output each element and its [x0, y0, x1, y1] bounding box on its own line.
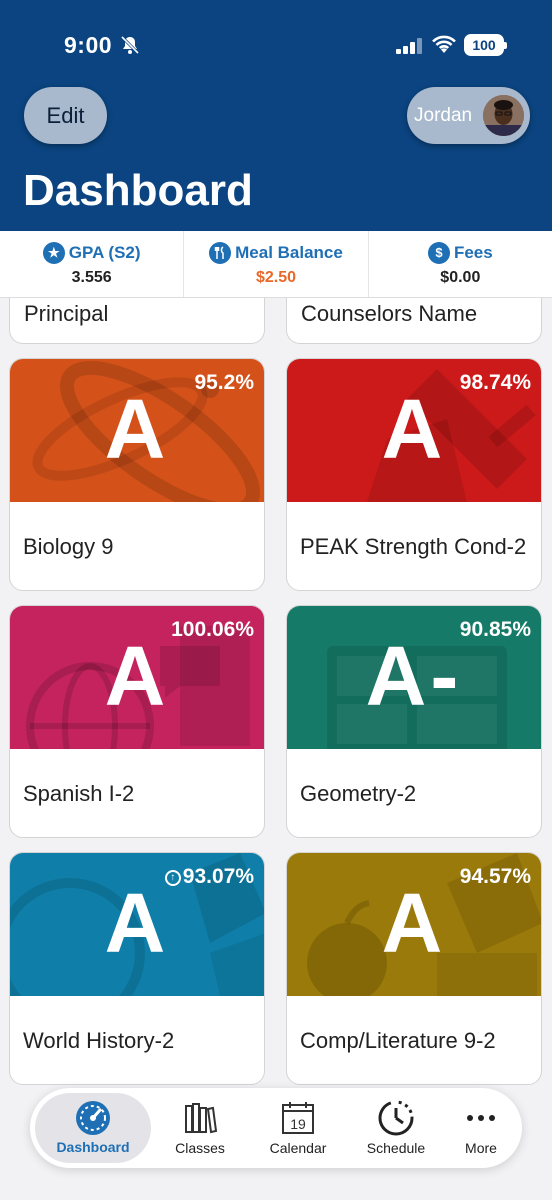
fees-value: $0.00 [440, 269, 481, 286]
battery-icon: 100 [464, 34, 507, 56]
calendar-icon: 19 [282, 1102, 314, 1134]
class-card-biology[interactable]: 95.2% A Biology 9 [9, 358, 265, 591]
card-banner: 95.2% A [10, 359, 264, 502]
speedometer-icon [76, 1101, 110, 1135]
more-icon [467, 1115, 495, 1121]
class-card-spanish[interactable]: 100.06% A Spanish I-2 [9, 605, 265, 838]
page-title: Dashboard [23, 166, 253, 215]
gpa-value: 3.556 [71, 269, 112, 286]
class-name: Geometry-2 [300, 780, 417, 806]
dollar-icon: $ [427, 242, 450, 264]
class-card-peak-strength[interactable]: 98.74% A PEAK Strength Cond-2 [286, 358, 542, 591]
tab-label: Dashboard [56, 1139, 130, 1155]
letter-grade: A [104, 382, 170, 476]
meal-balance-summary[interactable]: Meal Balance $2.50 [184, 231, 369, 297]
gpa-summary[interactable]: ★ GPA (S2) 3.556 [0, 231, 185, 297]
tab-more[interactable]: More [445, 1088, 517, 1168]
fees-label: Fees [453, 243, 493, 262]
card-banner: 94.57% A [287, 853, 541, 996]
gpa-label: GPA (S2) [68, 243, 141, 262]
status-time: 9:00 [64, 32, 113, 58]
user-name: Jordan [414, 105, 473, 126]
tab-label: Classes [175, 1140, 225, 1156]
tab-label: Calendar [269, 1140, 327, 1156]
calendar-day: 19 [290, 1116, 306, 1132]
principal-card[interactable]: Principal [9, 298, 265, 344]
tab-dashboard[interactable]: Dashboard [35, 1093, 151, 1163]
tab-bar: Dashboard Classes 19 Calendar Schedule M… [30, 1088, 522, 1168]
class-name: World History-2 [23, 1027, 175, 1053]
books-icon [185, 1103, 218, 1134]
tab-calendar[interactable]: 19 Calendar [249, 1088, 347, 1168]
summary-bar: ★ GPA (S2) 3.556 Meal Balance $2.50 $ Fe… [0, 231, 552, 298]
letter-grade: A [381, 876, 447, 970]
counselor-card[interactable]: Counselors Name [286, 298, 542, 344]
edit-button[interactable]: Edit [24, 87, 107, 144]
avatar [483, 95, 524, 136]
meal-balance-label: Meal Balance [235, 243, 343, 262]
card-banner: ↑ 93.07% A [10, 853, 264, 996]
tab-label: More [465, 1140, 497, 1156]
utensils-icon [209, 242, 232, 264]
letter-grade: A- [365, 629, 463, 723]
letter-grade: A [381, 382, 447, 476]
tab-label: Schedule [366, 1140, 426, 1156]
tab-classes[interactable]: Classes [151, 1088, 249, 1168]
class-name: Biology 9 [23, 533, 114, 559]
clock-history-icon [378, 1100, 414, 1136]
wifi-icon [432, 35, 456, 53]
class-card-world-history[interactable]: ↑ 93.07% A World History-2 [9, 852, 265, 1085]
card-banner: 90.85% A- [287, 606, 541, 749]
bell-off-icon [120, 35, 140, 55]
class-card-comp-literature[interactable]: 94.57% A Comp/Literature 9-2 [286, 852, 542, 1085]
header: 9:00 100 Edit Jordan Dashboard [0, 0, 552, 231]
letter-grade: A [104, 629, 170, 723]
class-name: PEAK Strength Cond-2 [300, 533, 527, 559]
star-icon: ★ [42, 242, 65, 264]
cellular-signal-icon [396, 38, 422, 54]
class-name: Comp/Literature 9-2 [300, 1027, 496, 1053]
meal-balance-value: $2.50 [255, 269, 297, 286]
user-profile-button[interactable]: Jordan [407, 87, 530, 144]
tab-schedule[interactable]: Schedule [347, 1088, 445, 1168]
fees-summary[interactable]: $ Fees $0.00 [369, 231, 552, 297]
card-banner: 98.74% A [287, 359, 541, 502]
class-card-geometry[interactable]: 90.85% A- Geometry-2 [286, 605, 542, 838]
letter-grade: A [104, 876, 170, 970]
class-name: Spanish I-2 [23, 780, 135, 806]
card-banner: 100.06% A [10, 606, 264, 749]
status-bar: 9:00 100 [0, 0, 552, 90]
